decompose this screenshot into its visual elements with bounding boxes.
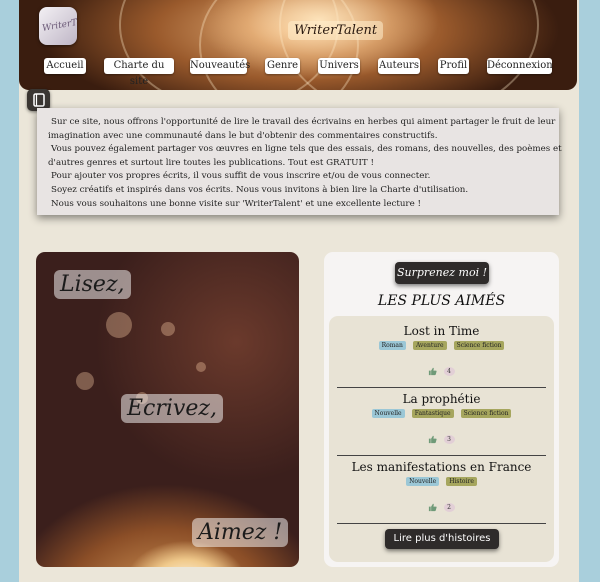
story-title[interactable]: Lost in Time [329, 324, 554, 338]
nav-genre[interactable]: Genre [265, 58, 300, 74]
most-loved-title: LES PLUS AIMÉS [377, 293, 506, 309]
read-more-button[interactable]: Lire plus d'histoires [385, 529, 499, 549]
intro-line: Soyez créatifs et inspirés dans vos écri… [51, 184, 469, 195]
intro-line: Sur ce site, nous offrons l'opportunité … [51, 117, 556, 127]
intro-line: Pour ajouter vos propres écrits, il vous… [51, 171, 431, 182]
surprise-button[interactable]: Surprenez moi ! [395, 262, 489, 284]
thumbs-up-icon[interactable] [428, 503, 438, 512]
nav-univers[interactable]: Univers [318, 58, 360, 74]
divider [337, 455, 546, 456]
kind-tag[interactable]: Nouvelle [371, 409, 405, 418]
nav-charte[interactable]: Charte du site [104, 58, 174, 87]
intro-line: Nous vous souhaitons une bonne visite su… [51, 198, 421, 209]
site-logo[interactable]: WriterTalent [39, 7, 77, 45]
story-card[interactable]: La prophétie Nouvelle Fantastique Scienc… [329, 392, 554, 444]
genre-tag[interactable]: Fantastique [411, 409, 454, 418]
genre-tag[interactable]: Aventure [412, 341, 447, 350]
intro-line: Vous pouvez également partager vos œuvre… [51, 144, 562, 155]
genre-tag[interactable]: Histoire [446, 477, 477, 486]
nav-auteurs[interactable]: Auteurs [378, 58, 420, 74]
logo-text: WriterTalent [41, 14, 77, 34]
story-title[interactable]: La prophétie [329, 392, 554, 406]
genre-tag[interactable]: Science fiction [453, 341, 505, 350]
kind-tag[interactable]: Nouvelle [406, 477, 440, 486]
intro-line: d'autres genres et surtout lire toutes l… [48, 157, 374, 168]
hero-word-aimez: Aimez ! [192, 518, 289, 547]
divider [337, 387, 546, 388]
like-count: 4 [443, 367, 455, 376]
nav-profil[interactable]: Profil [438, 58, 469, 74]
nav-nouveautes[interactable]: Nouveautés [190, 58, 250, 74]
nav-accueil[interactable]: Accueil [44, 58, 86, 74]
hero-word-lisez: Lisez, [54, 270, 131, 299]
main-nav: Accueil Charte du site Nouveautés Genre … [0, 58, 600, 87]
genre-tag[interactable]: Science fiction [460, 409, 512, 418]
intro-box: Sur ce site, nous offrons l'opportunité … [37, 108, 562, 215]
story-card[interactable]: Lost in Time Roman Aventure Science fict… [329, 324, 554, 376]
thumbs-up-icon[interactable] [428, 367, 438, 376]
kind-tag[interactable]: Roman [378, 341, 406, 350]
intro-line: imagination avec une communauté dans le … [48, 130, 438, 141]
divider [337, 523, 546, 524]
like-count: 2 [443, 503, 455, 512]
story-title[interactable]: Les manifestations en France [329, 460, 554, 474]
brand-title: WriterTalent [288, 21, 384, 40]
like-count: 3 [443, 435, 455, 444]
hero-word-ecrivez: Ecrivez, [121, 394, 223, 423]
hero-image: Lisez, Ecrivez, Aimez ! [36, 252, 299, 567]
header-banner [19, 0, 577, 90]
thumbs-up-icon[interactable] [428, 435, 438, 444]
story-card[interactable]: Les manifestations en France Nouvelle Hi… [329, 460, 554, 512]
nav-deconnexion[interactable]: Déconnexion [487, 58, 553, 74]
